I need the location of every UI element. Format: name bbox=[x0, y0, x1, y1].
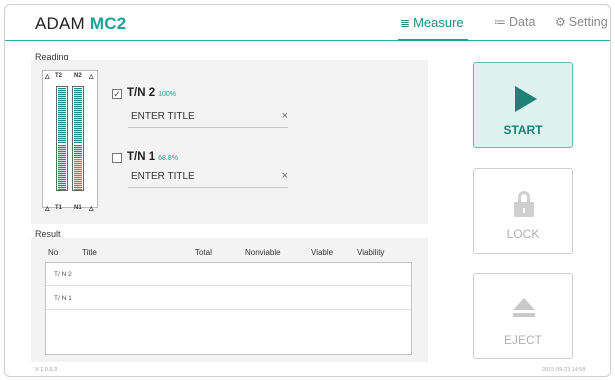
table-row bbox=[46, 311, 411, 334]
triangle-icon: △ bbox=[45, 74, 50, 80]
cartridge-graphic: △ T2 N2 △ △ T1 N1 △ bbox=[42, 70, 98, 212]
slot-2-title-text: ENTER TITLE bbox=[131, 111, 195, 122]
tab-data[interactable]: ≔ Data bbox=[494, 15, 535, 41]
app-window: ADAM MC2 ≣ Measure ≔ Data ⚙ Setting Reading… bbox=[4, 4, 611, 377]
play-icon bbox=[515, 86, 537, 112]
app-logo: ADAM MC2 bbox=[35, 14, 126, 34]
table-row[interactable]: T/ N 2 bbox=[46, 263, 411, 286]
triangle-icon: △ bbox=[45, 206, 50, 212]
table-row[interactable]: T/ N 1 bbox=[46, 287, 411, 310]
gear-icon: ⚙ bbox=[555, 15, 566, 29]
slot-1-percent: 68.8% bbox=[158, 155, 178, 162]
tab-label: Measure bbox=[413, 15, 464, 30]
tube-n bbox=[72, 86, 84, 191]
brand-model: MC2 bbox=[89, 14, 127, 33]
triangle-icon: △ bbox=[89, 74, 94, 80]
top-bar: ADAM MC2 ≣ Measure ≔ Data ⚙ Setting bbox=[5, 5, 610, 41]
column-header-viability: Viability bbox=[357, 248, 385, 257]
slot-1-title-input[interactable]: ENTER TITLE × bbox=[128, 170, 288, 188]
lock-label: LOCK bbox=[506, 227, 540, 241]
version-text: V 1.0.0.3 bbox=[35, 367, 58, 373]
column-header-total: Total bbox=[195, 248, 212, 257]
tab-label: Data bbox=[509, 15, 536, 29]
list-icon: ≔ bbox=[494, 15, 506, 29]
tube-t bbox=[56, 86, 68, 191]
slot-2-percent: 100% bbox=[158, 91, 177, 98]
datetime-text: 2015-09-23 14:58 bbox=[542, 367, 586, 373]
reading-panel: △ T2 N2 △ △ T1 N1 △ ✓ T/N 2 100% ENTER T… bbox=[31, 60, 428, 224]
cartridge-label-n2: N2 bbox=[74, 73, 82, 79]
start-label: START bbox=[503, 123, 543, 137]
eject-icon bbox=[513, 298, 535, 310]
brand-name: ADAM bbox=[35, 14, 85, 33]
column-header-viable: Viable bbox=[311, 248, 334, 257]
eject-label: EJECT bbox=[503, 333, 542, 347]
clear-icon[interactable]: × bbox=[282, 170, 288, 182]
tab-setting[interactable]: ⚙ Setting bbox=[555, 15, 608, 41]
triangle-icon: △ bbox=[89, 206, 94, 212]
cartridge-label-t1: T1 bbox=[55, 205, 63, 211]
cartridge-label-n1: N1 bbox=[74, 205, 82, 211]
lock-button[interactable]: LOCK bbox=[473, 168, 573, 254]
list-icon: ≣ bbox=[400, 16, 411, 30]
slot-2-checkbox[interactable]: ✓ bbox=[112, 89, 122, 99]
slot-2-title-input[interactable]: ENTER TITLE × bbox=[128, 110, 288, 128]
eject-button[interactable]: EJECT bbox=[473, 273, 573, 359]
slot-2-name: T/N 2 100% bbox=[127, 87, 177, 99]
cartridge-label-t2: T2 bbox=[55, 73, 63, 79]
result-table: T/ N 2 T/ N 1 bbox=[45, 262, 412, 355]
slot-1-title-text: ENTER TITLE bbox=[131, 171, 195, 182]
tab-label: Setting bbox=[568, 15, 608, 29]
column-header-no: No bbox=[48, 248, 59, 257]
clear-icon[interactable]: × bbox=[282, 110, 288, 122]
column-header-nonviable: Nonviable bbox=[245, 248, 281, 257]
tab-measure[interactable]: ≣ Measure bbox=[398, 15, 468, 41]
start-button[interactable]: START bbox=[473, 62, 573, 148]
slot-1-checkbox[interactable] bbox=[112, 153, 122, 163]
check-icon: ✓ bbox=[113, 89, 121, 99]
column-header-title: Title bbox=[82, 248, 97, 257]
slot-1-name: T/N 1 68.8% bbox=[127, 151, 178, 163]
